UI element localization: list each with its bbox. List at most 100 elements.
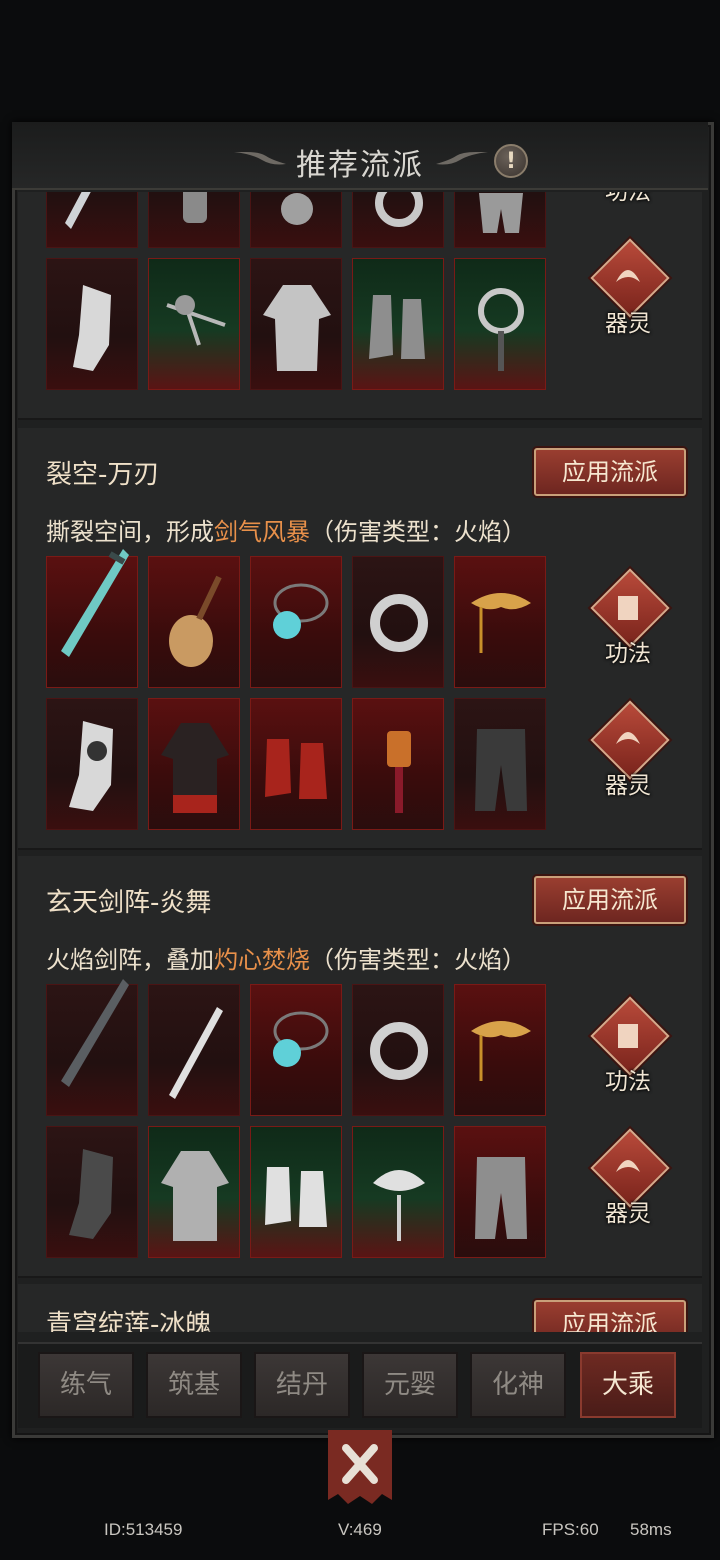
desc-damage-type: （伤害类型：火焰）: [310, 518, 526, 546]
equip-slot-sword[interactable]: [46, 979, 138, 1116]
tab-lianqi[interactable]: 练气: [38, 1352, 134, 1418]
equip-slot-lantern[interactable]: [352, 698, 444, 830]
ring-icon: [370, 594, 428, 652]
pendant-icon: [478, 288, 524, 371]
equip-slot-flute[interactable]: [148, 984, 240, 1116]
yinyang-bracer-icon: [69, 721, 113, 811]
tab-jiedan[interactable]: 结丹: [254, 1352, 350, 1418]
equipment-grid: [46, 549, 546, 830]
apply-build-button[interactable]: 应用流派: [534, 448, 686, 496]
equip-slot-boots[interactable]: [352, 258, 444, 390]
equip-slot-pendant[interactable]: [352, 1126, 444, 1258]
equip-slot-boots[interactable]: [250, 1126, 342, 1258]
gongfa-button[interactable]: 功法: [588, 192, 668, 222]
dark-pants-icon: [475, 729, 527, 811]
qiling-button[interactable]: 器灵: [588, 238, 670, 354]
flute-icon: [169, 1007, 223, 1099]
section-title: 玄天剑阵-炎舞: [46, 888, 212, 918]
build-section-0: 功法 器灵: [18, 192, 702, 420]
tab-huashen[interactable]: 化神: [470, 1352, 566, 1418]
dark-bracer-icon: [69, 1149, 113, 1239]
equip-slot-bracer[interactable]: [46, 258, 138, 390]
equip-slot-boots[interactable]: [250, 698, 342, 830]
red-robe-icon: [161, 723, 229, 813]
build-list[interactable]: 功法 器灵 裂空-万刃 应用流派 撕裂空间，形成剑气风暴（伤害类型：火焰） 功法…: [18, 192, 702, 1332]
equip-slot-pants[interactable]: [454, 192, 546, 248]
boots-icon: [369, 295, 425, 359]
qiling-label: 器灵: [605, 311, 651, 337]
gongfa-label: 功法: [605, 641, 651, 667]
build-section-2: 玄天剑阵-炎舞 应用流派 火焰剑阵，叠加灼心焚烧（伤害类型：火焰） 功法 器灵: [18, 856, 702, 1278]
ring-icon: [375, 192, 423, 227]
fps-label: FPS:60: [542, 1520, 599, 1539]
hairpin-icon: [166, 295, 226, 346]
equip-slot-amulet[interactable]: [250, 192, 342, 248]
equip-slot-phoenix-hairpin[interactable]: [454, 556, 546, 688]
equip-slot-robe[interactable]: [148, 1126, 240, 1258]
pipa-icon: [169, 575, 222, 667]
equip-slot-necklace[interactable]: [250, 556, 342, 688]
equip-slot-scroll[interactable]: [148, 192, 240, 248]
gongfa-button[interactable]: 功法: [588, 996, 670, 1112]
red-boots-icon: [265, 739, 327, 799]
panel-title: 推荐流派: [296, 148, 424, 183]
book-icon: [618, 1024, 638, 1048]
equipment-grid: [46, 979, 546, 1258]
equip-slot-sword[interactable]: [46, 549, 138, 688]
equip-slot-ring[interactable]: [352, 984, 444, 1116]
equip-slot-pendant[interactable]: [454, 258, 546, 390]
equip-slot-necklace[interactable]: [250, 984, 342, 1116]
equip-slot-pants[interactable]: [454, 1126, 546, 1258]
player-id: ID:513459: [104, 1520, 183, 1539]
tab-zhuji[interactable]: 筑基: [146, 1352, 242, 1418]
equip-slot-ring[interactable]: [352, 192, 444, 248]
equip-slot-bracer[interactable]: [46, 1126, 138, 1258]
necklace-icon: [273, 1011, 329, 1067]
white-boots-icon: [265, 1167, 327, 1227]
lantern-icon: [387, 731, 411, 813]
dark-sword-icon: [61, 979, 129, 1087]
gongfa-button[interactable]: 功法: [588, 568, 670, 684]
section-description: 火焰剑阵，叠加灼心焚烧（伤害类型：火焰）: [46, 940, 526, 975]
ping-label: 58ms: [630, 1520, 672, 1539]
apply-build-button[interactable]: 应用流派: [534, 1300, 686, 1332]
equip-slot-ring[interactable]: [352, 556, 444, 688]
dragon-icon: [616, 1160, 640, 1172]
close-button[interactable]: [326, 1430, 394, 1506]
apply-build-button[interactable]: 应用流派: [534, 876, 686, 924]
info-button[interactable]: !: [494, 144, 528, 178]
equip-slot-bracer[interactable]: [46, 698, 138, 830]
cloud-pendant-icon: [373, 1170, 425, 1241]
embroidered-pants-icon: [475, 1157, 527, 1239]
desc-text: 撕裂空间，形成: [46, 518, 214, 546]
build-section-1: 裂空-万刃 应用流派 撕裂空间，形成剑气风暴（伤害类型：火焰） 功法 器灵: [18, 428, 702, 850]
desc-text: 火焰剑阵，叠加: [46, 946, 214, 974]
amulet-icon: [281, 193, 313, 225]
scroll-icon: [183, 192, 207, 223]
equip-slot-robe[interactable]: [148, 698, 240, 830]
tab-dacheng[interactable]: 大乘: [580, 1352, 676, 1418]
dragon-icon: [616, 732, 640, 744]
equip-slot-robe[interactable]: [250, 258, 342, 390]
pants-icon: [479, 193, 523, 233]
version-label: V:469: [338, 1520, 382, 1539]
qiling-button[interactable]: 器灵: [588, 700, 670, 816]
equip-slot-hairpin[interactable]: [148, 258, 240, 390]
equip-slot-pants[interactable]: [454, 698, 546, 830]
build-section-3: 青穹绽莲-冰魄 应用流派: [18, 1284, 702, 1332]
equipment-grid: [46, 192, 546, 390]
section-description: 撕裂空间，形成剑气风暴（伤害类型：火焰）: [46, 512, 526, 547]
grey-robe-icon: [161, 1151, 229, 1241]
dragon-icon: [616, 270, 640, 282]
qiling-button[interactable]: 器灵: [588, 1128, 670, 1244]
equip-slot-pipa[interactable]: [148, 556, 240, 688]
bracer-icon: [73, 285, 111, 371]
section-title: 青穹绽莲-冰魄: [46, 1310, 212, 1332]
equip-slot-sword[interactable]: [46, 192, 138, 248]
tab-yuanying[interactable]: 元婴: [362, 1352, 458, 1418]
qiling-label: 器灵: [605, 1201, 651, 1227]
gongfa-label: 功法: [605, 1069, 651, 1095]
equip-slot-phoenix-hairpin[interactable]: [454, 984, 546, 1116]
desc-highlight: 剑气风暴: [214, 518, 310, 546]
robe-icon: [263, 285, 331, 371]
